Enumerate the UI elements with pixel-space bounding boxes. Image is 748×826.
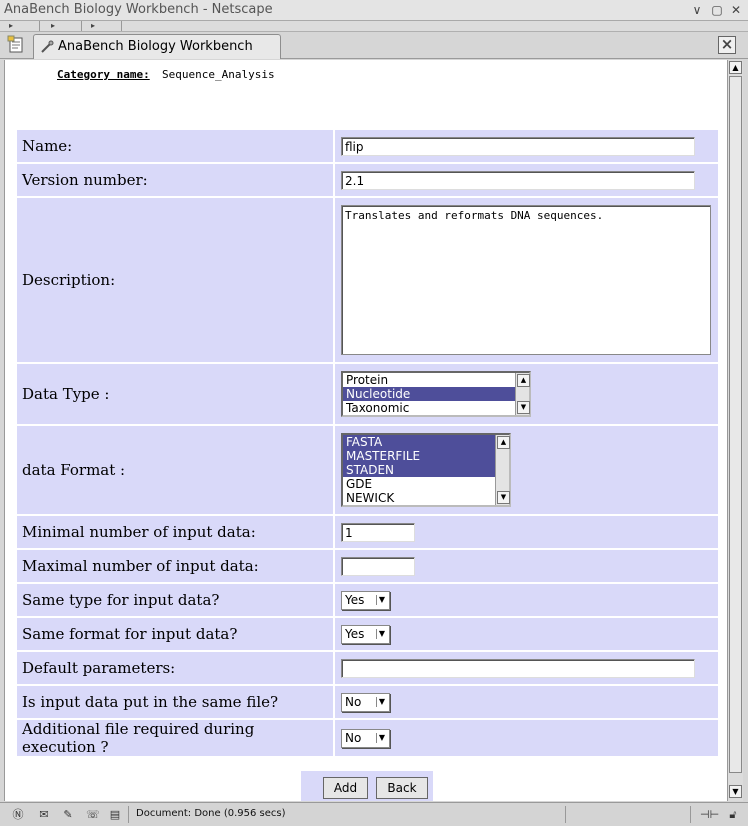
chevron-down-icon: ▼ xyxy=(376,629,387,639)
additional-file-value: No xyxy=(345,731,362,745)
additional-file-select[interactable]: No ▼ xyxy=(341,729,390,748)
version-label: Version number: xyxy=(17,164,333,196)
list-option[interactable]: Nucleotide xyxy=(343,387,515,401)
scroll-up-icon[interactable]: ▲ xyxy=(729,61,742,74)
security-lock-icon[interactable]: 🔓︎ xyxy=(725,807,741,822)
tab-label: AnaBench Biology Workbench xyxy=(58,39,253,54)
max-input-field[interactable] xyxy=(341,556,415,576)
row-data-type: Data Type : Protein Nucleotide Taxonomic ▲… xyxy=(17,364,718,424)
data-type-listbox[interactable]: Protein Nucleotide Taxonomic ▲ ▼ xyxy=(341,371,531,417)
close-window-icon[interactable]: ✕ xyxy=(729,3,743,17)
chevron-down-icon: ▼ xyxy=(376,697,387,707)
list-option[interactable]: Protein xyxy=(343,373,515,387)
toolbar-grippy-1[interactable]: ▸ xyxy=(0,21,40,31)
page-info-icon[interactable]: ▤ xyxy=(107,807,123,822)
default-params-input[interactable] xyxy=(341,658,695,678)
list-option[interactable]: MASTERFILE xyxy=(343,449,495,463)
data-format-listbox[interactable]: FASTA MASTERFILE STADEN GDE NEWICK ▲ ▼ xyxy=(341,433,511,507)
data-type-label: Data Type : xyxy=(17,364,333,424)
connection-icon[interactable]: ⊣⊢ xyxy=(700,807,719,822)
status-bar: Ⓝ ✉ ✎ ☏ ▤ Document: Done (0.956 secs) ⊣⊢… xyxy=(0,802,748,826)
collapsed-toolbars: ▸ ▸ ▸ xyxy=(0,21,748,32)
list-option[interactable]: NEWICK xyxy=(343,491,495,505)
same-format-select[interactable]: Yes ▼ xyxy=(341,625,390,644)
list-option[interactable]: Taxonomic xyxy=(343,401,515,415)
min-input-label: Minimal number of input data: xyxy=(17,516,333,548)
listbox-scrollbar[interactable]: ▲ ▼ xyxy=(515,373,530,415)
same-format-label: Same format for input data? xyxy=(17,618,333,650)
address-book-icon[interactable]: ☏ xyxy=(85,807,101,822)
row-same-file: Is input data put in the same file? No ▼ xyxy=(17,686,718,718)
data-format-label: data Format : xyxy=(17,426,333,514)
data-type-options: Protein Nucleotide Taxonomic xyxy=(343,373,529,415)
max-input-label: Maximal number of input data: xyxy=(17,550,333,582)
listbox-scrollbar[interactable]: ▲ ▼ xyxy=(495,435,510,505)
same-file-select[interactable]: No ▼ xyxy=(341,693,390,712)
back-button[interactable]: Back xyxy=(376,777,428,799)
add-button[interactable]: Add xyxy=(323,777,368,799)
chevron-down-icon: ▼ xyxy=(376,595,387,605)
new-tab-button[interactable] xyxy=(6,35,28,57)
list-option[interactable]: STADEN xyxy=(343,463,495,477)
row-min-input: Minimal number of input data: 1 xyxy=(17,516,718,548)
same-file-value: No xyxy=(345,695,362,709)
name-input[interactable]: flip xyxy=(341,136,695,156)
version-input[interactable]: 2.1 xyxy=(341,170,695,190)
button-bar: Add Back xyxy=(301,771,433,801)
page-content: Category name: Sequence_Analysis Name: f… xyxy=(4,60,727,801)
tab-bar: AnaBench Biology Workbench × xyxy=(0,32,748,59)
row-data-format: data Format : FASTA MASTERFILE STADEN GDE NE… xyxy=(17,426,718,514)
window-title-bar[interactable]: AnaBench Biology Workbench - Netscape ∨ … xyxy=(0,0,748,21)
same-format-value: Yes xyxy=(345,627,365,641)
scroll-down-icon[interactable]: ▼ xyxy=(497,491,510,504)
row-name: Name: flip xyxy=(17,130,718,162)
status-divider xyxy=(128,806,129,823)
row-same-format: Same format for input data? Yes ▼ xyxy=(17,618,718,650)
new-tab-icon xyxy=(7,35,23,53)
row-default-params: Default parameters: xyxy=(17,652,718,684)
maximize-icon[interactable]: ▢ xyxy=(710,3,724,17)
status-text: Document: Done (0.956 secs) xyxy=(136,808,286,819)
toolbar-grippy-2[interactable]: ▸ xyxy=(42,21,82,31)
mail-icon[interactable]: ✉ xyxy=(36,807,52,822)
list-option[interactable]: FASTA xyxy=(343,435,495,449)
same-type-value: Yes xyxy=(345,593,365,607)
row-description: Description: Translates and reformats DN… xyxy=(17,198,718,362)
same-type-label: Same type for input data? xyxy=(17,584,333,616)
close-tab-icon[interactable]: × xyxy=(718,36,736,54)
tool-form: Name: flip Version number: 2.1 Descripti… xyxy=(15,128,720,758)
toolbar-grippy-3[interactable]: ▸ xyxy=(82,21,122,31)
min-input-field[interactable]: 1 xyxy=(341,522,415,542)
name-label: Name: xyxy=(17,130,333,162)
page-icon xyxy=(41,40,54,53)
composer-icon[interactable]: ✎ xyxy=(60,807,76,822)
description-label: Description: xyxy=(17,198,333,362)
scroll-up-icon[interactable]: ▲ xyxy=(497,436,510,449)
row-additional-file: Additional file required during executio… xyxy=(17,720,718,756)
page-scrollbar[interactable]: ▲ ▼ xyxy=(727,60,743,801)
default-params-label: Default parameters: xyxy=(17,652,333,684)
chevron-down-icon: ▼ xyxy=(376,733,387,743)
same-type-select[interactable]: Yes ▼ xyxy=(341,591,390,610)
row-same-type: Same type for input data? Yes ▼ xyxy=(17,584,718,616)
status-divider xyxy=(690,806,691,823)
status-divider xyxy=(565,806,566,823)
description-textarea[interactable]: Translates and reformats DNA sequences. xyxy=(341,205,711,355)
data-format-options: FASTA MASTERFILE STADEN GDE NEWICK xyxy=(343,435,509,505)
netscape-icon[interactable]: Ⓝ xyxy=(10,807,26,822)
additional-file-label: Additional file required during executio… xyxy=(17,720,333,756)
scrollbar-thumb[interactable] xyxy=(729,76,742,773)
same-file-label: Is input data put in the same file? xyxy=(17,686,333,718)
row-max-input: Maximal number of input data: xyxy=(17,550,718,582)
category-value: Sequence_Analysis xyxy=(162,68,275,81)
window-title: AnaBench Biology Workbench - Netscape xyxy=(4,2,273,17)
scroll-up-icon[interactable]: ▲ xyxy=(517,374,530,387)
minimize-icon[interactable]: ∨ xyxy=(690,3,704,17)
category-label: Category name: xyxy=(57,68,150,81)
row-version: Version number: 2.1 xyxy=(17,164,718,196)
scroll-down-icon[interactable]: ▼ xyxy=(729,785,742,798)
list-option[interactable]: GDE xyxy=(343,477,495,491)
scroll-down-icon[interactable]: ▼ xyxy=(517,401,530,414)
tab-anabench[interactable]: AnaBench Biology Workbench xyxy=(33,34,281,59)
